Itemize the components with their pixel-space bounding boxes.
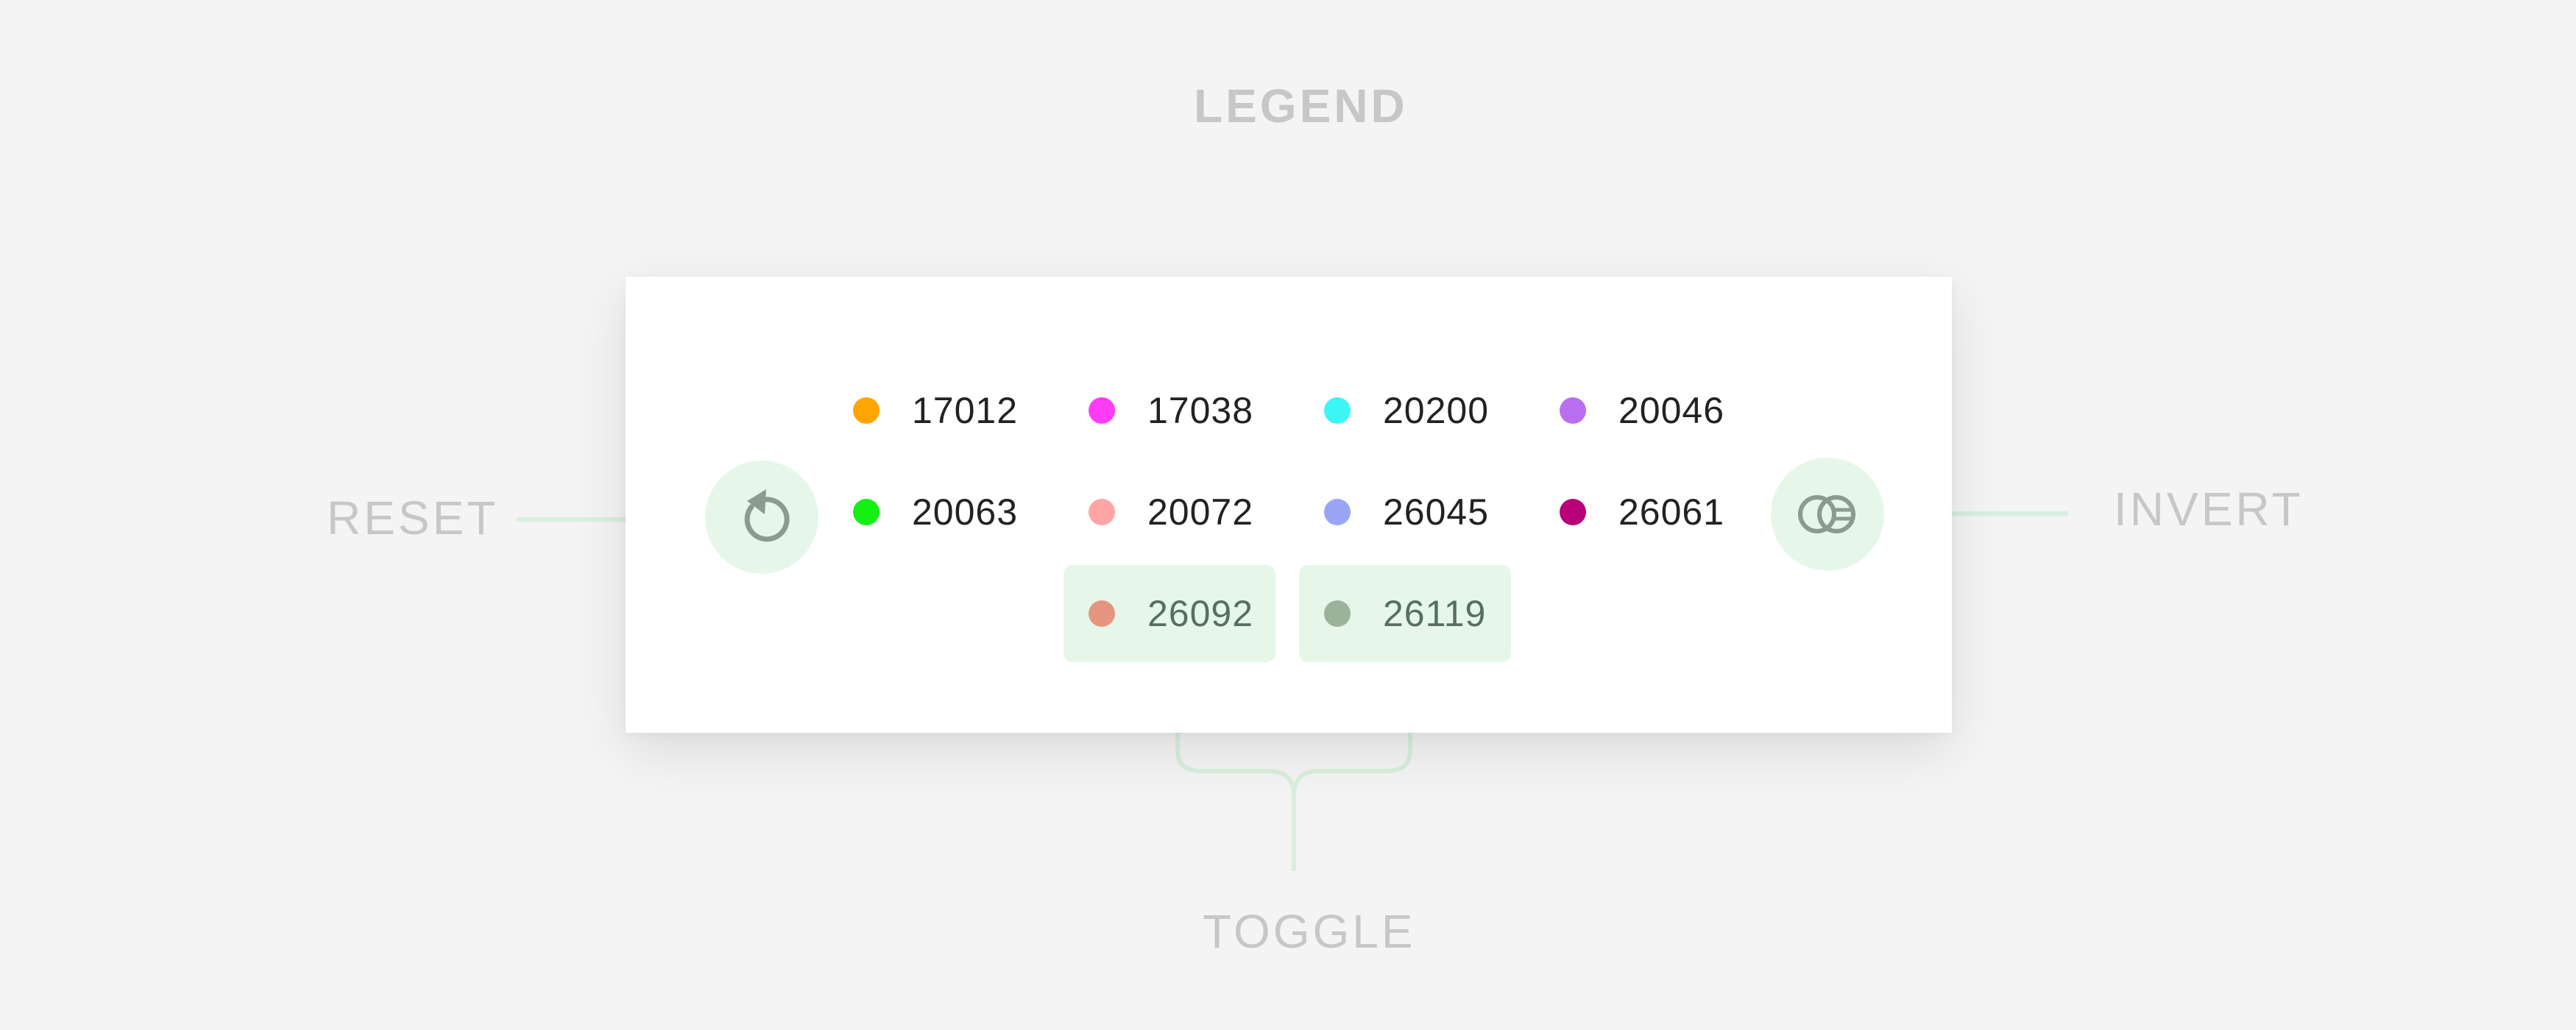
legend-item-label: 17038 (1147, 390, 1254, 431)
legend-item-label: 20072 (1147, 491, 1254, 533)
legend-panel: 17012 17038 20200 20046 20063 20072 2604… (626, 277, 1952, 733)
legend-swatch (1324, 499, 1351, 525)
reset-button[interactable] (705, 461, 818, 574)
legend-item-label: 26045 (1383, 491, 1490, 533)
legend-swatch (1324, 600, 1351, 627)
legend-swatch (1560, 397, 1586, 424)
legend-item-label: 17012 (912, 390, 1019, 431)
legend-swatch (1324, 397, 1351, 424)
invert-button[interactable] (1771, 458, 1884, 571)
invert-icon (1798, 495, 1855, 533)
legend-item[interactable]: 26092 (1064, 565, 1275, 662)
legend-item[interactable]: 26045 (1299, 464, 1511, 561)
legend-item-label: 20200 (1383, 390, 1490, 431)
legend-item[interactable]: 20200 (1299, 362, 1511, 459)
legend-item-label: 26061 (1618, 491, 1725, 533)
invert-annotation: INVERT (2114, 483, 2304, 536)
toggle-annotation: TOGGLE (1203, 905, 1416, 958)
legend-swatch (1089, 397, 1115, 424)
legend-item[interactable]: 20063 (828, 464, 1040, 561)
legend-swatch (1089, 499, 1115, 525)
legend-swatch (1560, 499, 1586, 525)
legend-item-label: 26092 (1147, 593, 1254, 634)
legend-item[interactable]: 17012 (828, 362, 1040, 459)
legend-title: LEGEND (1194, 79, 1408, 132)
legend-item[interactable]: 20072 (1064, 464, 1275, 561)
legend-swatch (853, 499, 880, 525)
legend-item[interactable]: 20046 (1535, 362, 1747, 459)
legend-item[interactable]: 17038 (1064, 362, 1275, 459)
legend-item[interactable]: 26119 (1299, 565, 1511, 662)
toggle-brace (1175, 733, 1412, 871)
legend-item-label: 20046 (1618, 390, 1725, 431)
legend-swatch (1089, 600, 1115, 627)
legend-swatch (853, 397, 880, 424)
legend-item[interactable]: 26061 (1535, 464, 1747, 561)
reset-annotation: RESET (327, 491, 499, 544)
legend-item-label: 20063 (912, 491, 1019, 533)
reset-icon (744, 489, 790, 542)
legend-item-label: 26119 (1383, 593, 1487, 634)
